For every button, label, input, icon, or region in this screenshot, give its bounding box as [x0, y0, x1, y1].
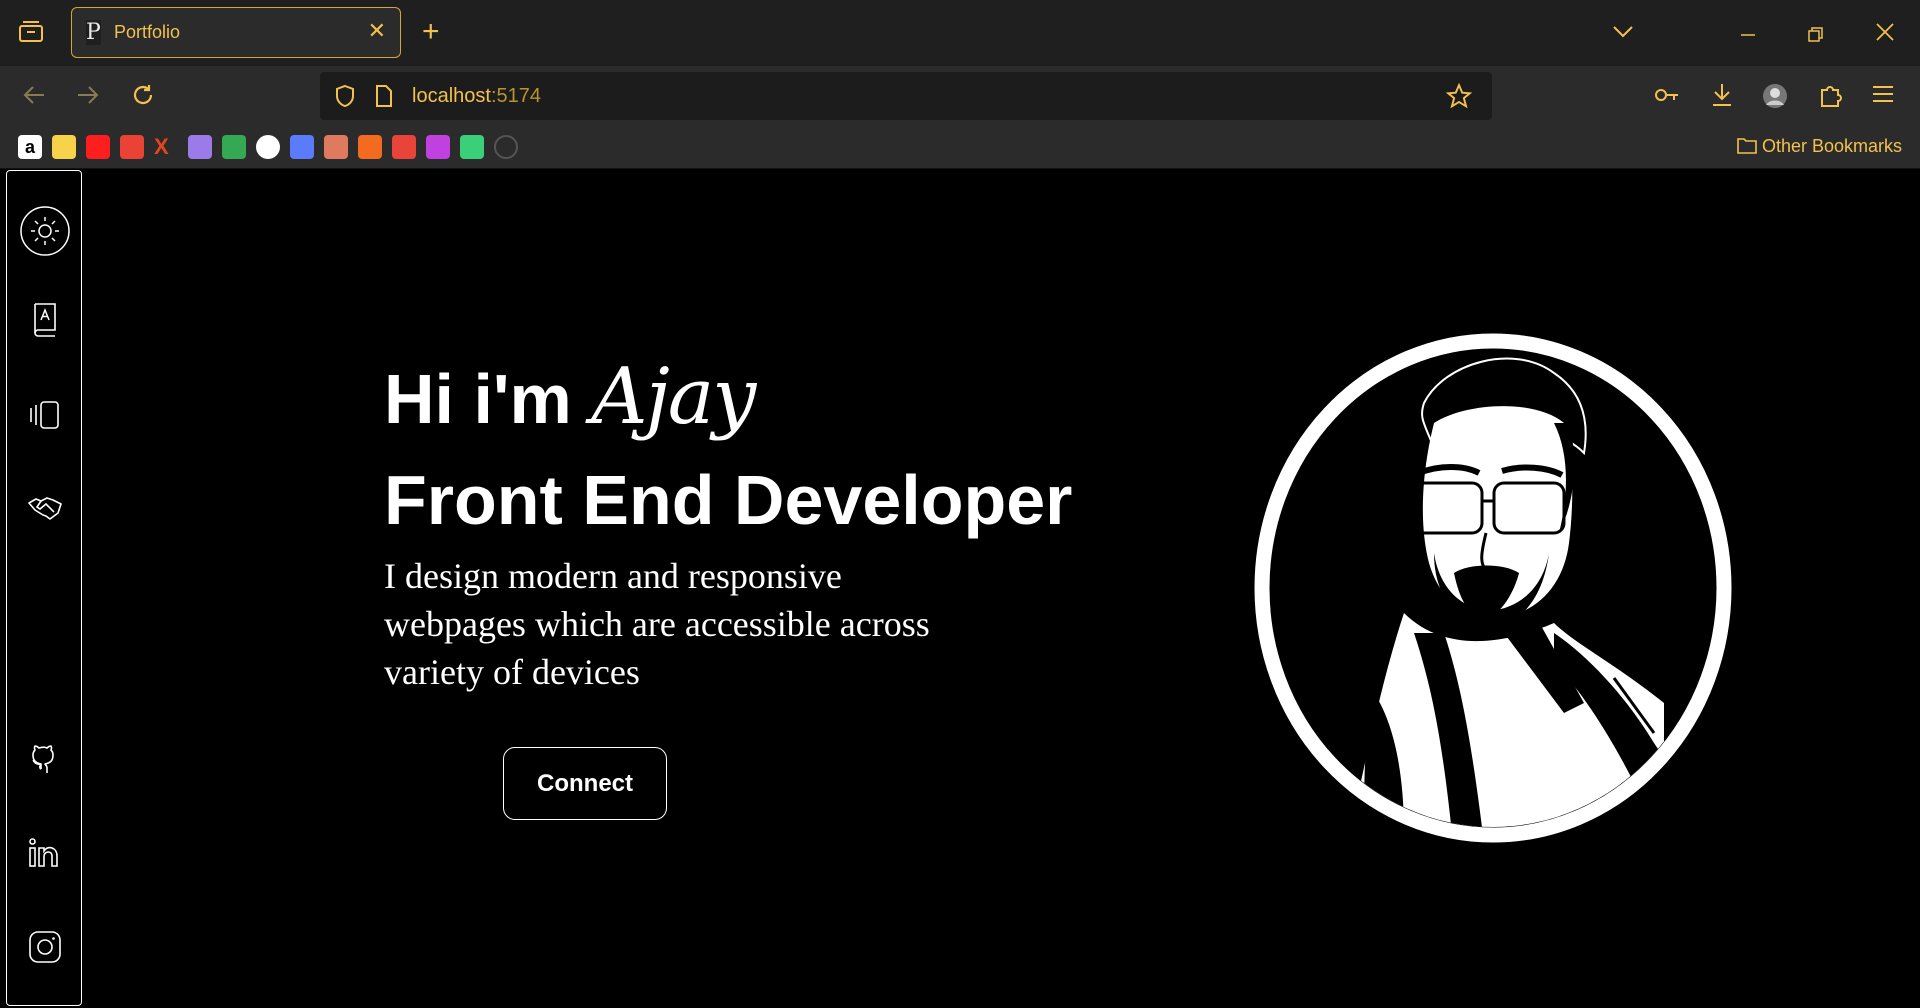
x-icon[interactable]: X [154, 135, 178, 159]
instagram-icon[interactable] [27, 929, 63, 965]
chatgpt-icon[interactable] [256, 135, 280, 159]
url-text[interactable]: localhost:5174 [412, 85, 541, 108]
reload-icon[interactable] [131, 83, 155, 112]
youtube-icon[interactable] [86, 135, 110, 159]
claude-icon[interactable] [324, 135, 348, 159]
other-bookmarks[interactable]: Other Bookmarks [1737, 136, 1902, 157]
google-drive-icon[interactable] [222, 135, 246, 159]
key-icon[interactable] [1654, 84, 1680, 111]
list-tabs-chevron-icon[interactable] [1612, 20, 1634, 44]
bookmark-star-icon[interactable] [1445, 82, 1473, 114]
connect-button[interactable]: Connect [503, 747, 667, 820]
tab-title: Portfolio [114, 22, 181, 42]
bookmarks-bar [0, 128, 1920, 169]
flipkart-icon[interactable] [52, 135, 76, 159]
linkedin-icon[interactable] [27, 835, 63, 871]
new-tab-icon[interactable]: + [422, 17, 440, 47]
side-navigation [6, 170, 82, 1006]
folder-icon [1737, 138, 1757, 154]
page-info-icon[interactable] [374, 84, 394, 113]
infinity-icon[interactable] [426, 135, 450, 159]
contact-handshake-icon[interactable] [27, 491, 63, 527]
projects-cards-icon[interactable] [27, 397, 63, 433]
profile-avatar-icon[interactable] [1762, 83, 1788, 114]
play-red-icon[interactable] [392, 135, 416, 159]
blocks-icon[interactable] [460, 135, 484, 159]
theme-sun-icon[interactable] [19, 205, 71, 257]
greeting-text: Hi i'm [384, 360, 572, 438]
shield-icon[interactable] [334, 84, 356, 113]
tab-favicon: P [86, 20, 101, 45]
orb-icon[interactable] [188, 135, 212, 159]
hero-name: Ajay [591, 352, 756, 442]
browser-tab-bar: P Portfolio ✕ + [0, 0, 1920, 66]
extensions-puzzle-icon[interactable] [1818, 82, 1844, 113]
hero-role: Front End Developer [384, 461, 1073, 539]
tab-portfolio[interactable]: P Portfolio ✕ [71, 7, 401, 58]
bird-icon[interactable] [290, 135, 314, 159]
download-icon[interactable] [1710, 82, 1734, 113]
github-icon[interactable] [27, 737, 63, 773]
minimize-icon[interactable] [1740, 22, 1756, 46]
profile-portrait [1254, 333, 1732, 843]
gmail-icon[interactable] [120, 135, 144, 159]
hero-greeting: Hi i'm Ajay [384, 352, 756, 442]
amazon-icon[interactable]: a [18, 135, 42, 159]
forward-arrow-icon[interactable] [76, 85, 100, 110]
about-book-icon[interactable] [27, 301, 63, 337]
tab-overview-icon[interactable] [18, 20, 44, 49]
tab-close-icon[interactable]: ✕ [368, 18, 386, 44]
back-arrow-icon[interactable] [22, 85, 46, 110]
other-bookmarks-label: Other Bookmarks [1761, 136, 1902, 156]
restore-icon[interactable] [1808, 24, 1824, 48]
hero-description: I design modern and responsive webpages … [384, 556, 930, 692]
close-window-icon[interactable] [1876, 22, 1894, 46]
address-bar[interactable]: localhost:5174 [320, 72, 1492, 120]
menu-hamburger-icon[interactable] [1872, 84, 1894, 109]
github-bookmark-icon[interactable] [494, 135, 518, 159]
app-orange-icon[interactable] [358, 135, 382, 159]
